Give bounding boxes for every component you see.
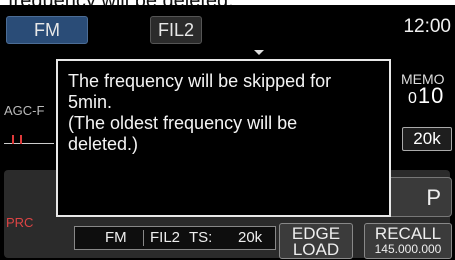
filter-button[interactable]: FIL2 <box>150 16 202 44</box>
status-filter: FIL2 <box>150 229 181 246</box>
recall-frequency: 145.000.000 <box>374 242 442 256</box>
dialog-line: (The oldest frequency will be <box>68 113 298 133</box>
memo-channel: 010 <box>408 83 444 109</box>
load-label: LOAD <box>292 240 340 259</box>
tuning-step-button[interactable]: 20k <box>402 127 452 151</box>
status-bar: FM FIL2 TS: 20k <box>74 226 276 250</box>
skip-frequency-dialog[interactable]: The frequency will be skipped for 5min. … <box>56 59 391 217</box>
mode-button[interactable]: FM <box>6 16 88 44</box>
recall-button[interactable]: RECALL 145.000.000 <box>364 223 452 259</box>
status-ts-value: 20k <box>238 229 263 246</box>
memo-channel-prefix: 0 <box>408 90 418 107</box>
recall-label: RECALL <box>374 224 442 243</box>
dialog-line: deleted.) <box>68 134 139 154</box>
dropdown-indicator-icon <box>254 50 264 55</box>
meter-mark <box>20 135 22 144</box>
agc-label: AGC-F <box>4 103 45 118</box>
clock: 12:00 <box>403 16 451 37</box>
radio-screen: FM FIL2 12:00 AGC-F MEMO 010 20k PRC P F… <box>0 5 455 260</box>
memo-channel-number: 10 <box>417 83 445 108</box>
status-divider <box>143 230 144 246</box>
dialog-line: The frequency will be skipped for <box>68 71 332 91</box>
edge-load-button[interactable]: EDGE LOAD <box>279 223 353 259</box>
status-mode: FM <box>105 229 127 246</box>
status-ts-label: TS: <box>189 229 213 246</box>
meter-mark <box>12 135 14 144</box>
prc-indicator: PRC <box>6 215 34 230</box>
dialog-line: 5min. <box>68 92 113 112</box>
